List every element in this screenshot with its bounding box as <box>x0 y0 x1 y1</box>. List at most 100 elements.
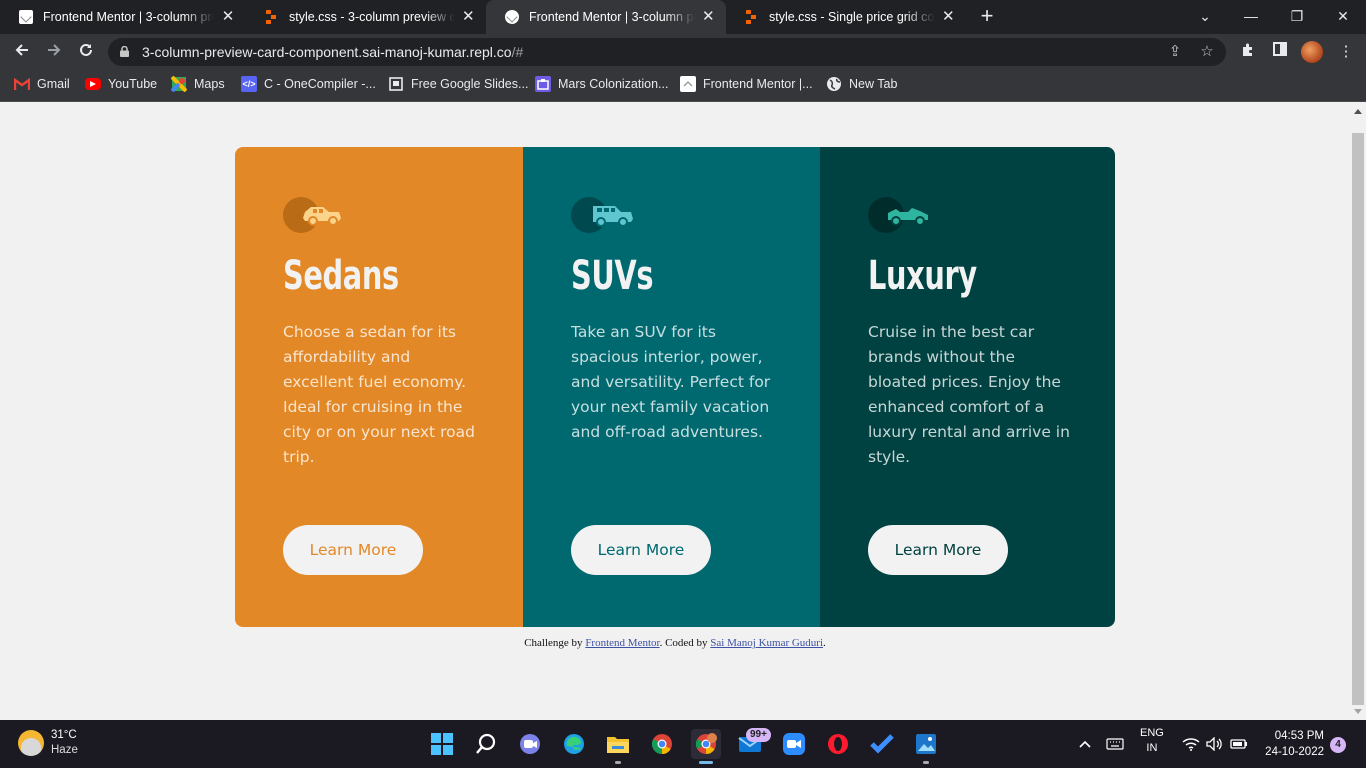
language-indicator[interactable]: ENG IN <box>1140 726 1164 756</box>
mars-icon <box>535 76 551 92</box>
page-scrollbar[interactable] <box>1350 103 1366 720</box>
tab-frontend-mentor-1[interactable]: Frontend Mentor | 3-column preview card … <box>0 0 246 34</box>
attribution: Challenge by Frontend Mentor. Coded by S… <box>524 637 826 649</box>
slides-icon <box>388 76 404 92</box>
card-title: Sedans <box>283 253 399 299</box>
search-icon[interactable] <box>471 729 501 759</box>
bookmark-google-slides[interactable]: Free Google Slides... <box>388 70 528 98</box>
frontend-mentor-link[interactable]: Frontend Mentor <box>585 637 659 649</box>
tab-title: Frontend Mentor | 3-column preview card … <box>529 10 695 24</box>
weather-condition: Haze <box>51 744 78 756</box>
tab-title: Frontend Mentor | 3-column preview card … <box>43 10 214 24</box>
tab-title: style.css - Single price grid component <box>769 10 935 24</box>
card-suvs: SUVs Take an SUV for its spacious interi… <box>523 147 820 627</box>
bookmark-onecompiler[interactable]: </> C - OneCompiler -... <box>241 70 376 98</box>
tab-frontend-mentor-active[interactable]: Frontend Mentor | 3-column preview card … <box>486 0 726 34</box>
address-bar[interactable]: 3-column-preview-card-component.sai-mano… <box>108 38 1226 66</box>
globe-icon <box>826 76 842 92</box>
photos-icon[interactable] <box>911 729 941 764</box>
close-window-button[interactable]: ✕ <box>1320 0 1366 34</box>
weather-temperature: 31°C <box>51 729 77 741</box>
bookmark-mars-colonization[interactable]: Mars Colonization... <box>535 70 668 98</box>
weather-widget[interactable]: 31°C Haze <box>18 728 78 758</box>
back-button[interactable] <box>10 40 34 64</box>
notification-count-badge[interactable]: 4 <box>1330 737 1346 753</box>
tab-style-css-2[interactable]: style.css - Single price grid component … <box>726 0 966 34</box>
suv-icon <box>571 197 633 233</box>
show-hidden-icons-chevron-icon[interactable] <box>1078 720 1092 768</box>
frontend-mentor-icon <box>680 76 696 92</box>
extensions-puzzle-icon[interactable] <box>1238 42 1258 62</box>
tab-search-dropdown-icon[interactable]: ⌄ <box>1182 0 1228 34</box>
chrome-icon[interactable] <box>647 729 677 759</box>
new-tab-button[interactable]: + <box>976 5 998 28</box>
tab-title: style.css - 3-column preview card compon… <box>289 10 455 24</box>
author-link[interactable]: Sai Manoj Kumar Guduri <box>710 637 823 649</box>
card-title: SUVs <box>571 253 654 299</box>
close-icon[interactable]: ✕ <box>220 9 236 25</box>
minimize-button[interactable]: — <box>1228 0 1274 34</box>
card-description: Cruise in the best car brands without th… <box>868 323 1070 466</box>
replit-icon <box>744 9 760 25</box>
close-icon[interactable]: ✕ <box>941 9 956 25</box>
windows-taskbar: 31°C Haze ENG IN 04:53 PM 24-10-2022 4 <box>0 720 1366 768</box>
frontend-mentor-icon <box>504 9 520 25</box>
bookmark-frontend-mentor[interactable]: Frontend Mentor |... <box>680 70 813 98</box>
card-sedans: Sedans Choose a sedan for its affordabil… <box>235 147 523 627</box>
card-description: Take an SUV for its spacious interior, p… <box>571 323 771 441</box>
bookmarks-bar: Gmail YouTube Maps </> C - OneCompiler -… <box>0 70 1366 102</box>
close-icon[interactable]: ✕ <box>701 9 716 25</box>
system-clock[interactable]: 04:53 PM 24-10-2022 <box>1258 728 1324 760</box>
browser-toolbar: 3-column-preview-card-component.sai-mano… <box>0 34 1366 70</box>
profile-avatar[interactable] <box>1301 41 1323 63</box>
learn-more-button-sedans[interactable]: Learn More <box>283 525 423 575</box>
scroll-up-arrow-icon[interactable] <box>1354 109 1362 114</box>
lock-icon[interactable] <box>120 46 129 57</box>
learn-more-button-luxury[interactable]: Learn More <box>868 525 1008 575</box>
bookmark-maps[interactable]: Maps <box>171 70 225 98</box>
reload-button[interactable] <box>74 40 98 64</box>
teams-meet-icon[interactable] <box>515 729 545 759</box>
learn-more-button-suvs[interactable]: Learn More <box>571 525 711 575</box>
opera-icon[interactable] <box>823 729 853 759</box>
file-explorer-icon[interactable] <box>603 729 633 764</box>
edge-icon[interactable] <box>559 729 589 759</box>
weather-haze-icon <box>18 730 44 756</box>
bookmark-star-icon[interactable]: ☆ <box>1198 43 1216 61</box>
bookmark-new-tab[interactable]: New Tab <box>826 70 897 98</box>
browser-tab-strip: Frontend Mentor | 3-column preview card … <box>0 0 1366 34</box>
volume-icon[interactable] <box>1206 720 1224 768</box>
keyboard-icon[interactable] <box>1106 720 1124 768</box>
restore-button[interactable]: ❐ <box>1274 0 1320 34</box>
card-luxury: Luxury Cruise in the best car brands wit… <box>820 147 1115 627</box>
close-icon[interactable]: ✕ <box>461 9 476 25</box>
bookmark-gmail[interactable]: Gmail <box>14 70 70 98</box>
url-text[interactable]: 3-column-preview-card-component.sai-mano… <box>142 38 523 66</box>
start-icon[interactable] <box>427 729 457 759</box>
wifi-icon[interactable] <box>1182 720 1200 768</box>
chrome-profile-icon[interactable] <box>691 729 721 764</box>
page-viewport: Sedans Choose a sedan for its affordabil… <box>0 103 1350 720</box>
youtube-icon <box>85 78 101 90</box>
clock-date: 24-10-2022 <box>1265 746 1324 758</box>
mail-unread-badge: 99+ <box>746 728 771 742</box>
card-title: Luxury <box>868 253 977 299</box>
scrollbar-thumb[interactable] <box>1352 133 1364 705</box>
todo-icon[interactable] <box>867 729 897 759</box>
browser-menu-icon[interactable]: ⋮ <box>1336 42 1356 62</box>
battery-charging-icon[interactable] <box>1230 720 1248 768</box>
side-panel-icon[interactable] <box>1270 42 1290 62</box>
bookmark-youtube[interactable]: YouTube <box>85 70 157 98</box>
tab-style-css-1[interactable]: style.css - 3-column preview card compon… <box>246 0 486 34</box>
onecompiler-icon: </> <box>241 76 257 92</box>
zoom-icon[interactable] <box>779 729 809 759</box>
luxury-car-icon <box>868 197 928 233</box>
share-icon[interactable]: ⇪ <box>1166 43 1184 61</box>
maps-icon <box>171 76 187 92</box>
replit-icon <box>264 9 280 25</box>
clock-time: 04:53 PM <box>1274 730 1324 742</box>
card-container: Sedans Choose a sedan for its affordabil… <box>235 147 1115 627</box>
scroll-down-arrow-icon[interactable] <box>1354 709 1362 714</box>
gmail-icon <box>14 76 30 92</box>
forward-button[interactable] <box>42 40 66 64</box>
